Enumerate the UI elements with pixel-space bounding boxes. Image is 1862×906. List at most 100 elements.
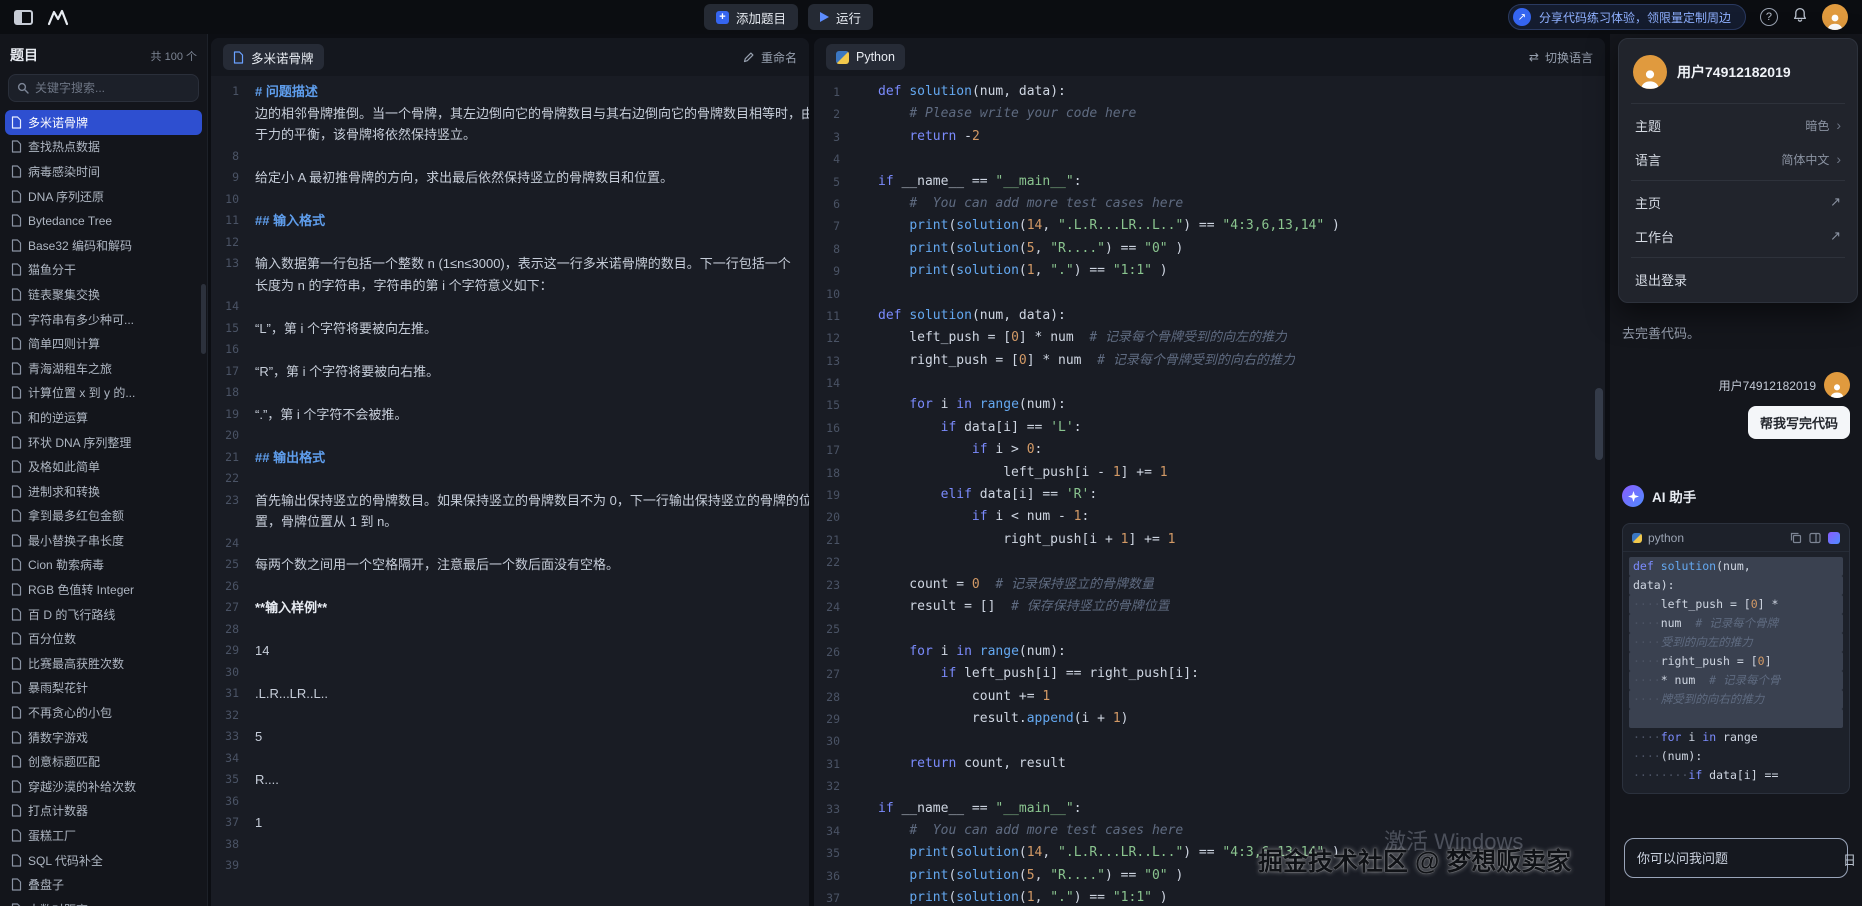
notification-bell-icon[interactable] [1792, 7, 1808, 28]
sidebar-item[interactable]: 蛋糕工厂 [5, 823, 202, 848]
sidebar-item[interactable]: 计算位置 x 到 y 的... [5, 381, 202, 406]
doc-icon [11, 386, 22, 399]
search-input[interactable] [35, 81, 190, 95]
user-avatar[interactable] [1822, 4, 1848, 30]
line-number: 21 [814, 529, 854, 551]
sidebar-item[interactable]: 环状 DNA 序列整理 [5, 430, 202, 455]
sidebar-item[interactable]: 创意标题匹配 [5, 749, 202, 774]
chat-input[interactable] [1637, 851, 1835, 866]
rename-button[interactable]: 重命名 [743, 49, 797, 66]
editor-body[interactable]: 1def solution(num, data):2 # Please writ… [814, 76, 1605, 906]
problem-text: ## 输出格式 [255, 447, 325, 469]
run-button[interactable]: 运行 [808, 4, 873, 30]
doc-icon [11, 509, 22, 522]
app-screen: + 添加题目 运行 ↗ 分享代码练习体验，领限量定制周边 ? [0, 0, 1862, 906]
menu-item-home[interactable]: 主页↗ [1619, 185, 1857, 219]
sidebar-item[interactable]: 最小替换子串长度 [5, 528, 202, 553]
line-number: 24 [814, 596, 854, 618]
help-icon[interactable]: ? [1760, 8, 1778, 26]
line-number: 33 [211, 726, 255, 748]
menu-item-language[interactable]: 语言简体中文› [1619, 142, 1857, 176]
sidebar-item[interactable]: 不再贪心的小包 [5, 700, 202, 725]
code-line: 1def solution(num, data): [814, 81, 1605, 103]
problem-panel: 多米诺骨牌 重命名 1# 问题描述边的相邻骨牌推倒。当一个骨牌，其左边倒向它的骨… [211, 38, 809, 906]
doc-icon [11, 362, 22, 375]
sidebar-item[interactable]: Base32 编码和解码 [5, 233, 202, 258]
problem-tab[interactable]: 多米诺骨牌 [223, 44, 324, 70]
editor-scrollbar[interactable] [1595, 388, 1603, 460]
chat-input-box[interactable] [1624, 838, 1848, 878]
sidebar-item[interactable]: 比赛最高获胜次数 [5, 651, 202, 676]
problem-line: 27**输入样例** [211, 597, 809, 619]
card-code-line: ····受到的向左的推力 [1629, 633, 1843, 652]
sidebar-item[interactable]: DNA 序列还原 [5, 184, 202, 209]
language-tab[interactable]: Python [826, 44, 905, 70]
menu-item-workbench[interactable]: 工作台↗ [1619, 219, 1857, 253]
problem-text: 每两个数之间用一个空格隔开，注意最后一个数后面没有空格。 [255, 554, 619, 576]
doc-icon [11, 116, 22, 129]
sidebar-item[interactable]: 大数对距离 [5, 897, 202, 906]
user-menu-avatar [1633, 55, 1667, 89]
doc-icon [11, 436, 22, 449]
code-line: 30 [814, 730, 1605, 752]
problem-body[interactable]: 1# 问题描述边的相邻骨牌推倒。当一个骨牌，其左边倒向它的骨牌数目与其右边倒向它… [211, 76, 809, 906]
menu-item-logout[interactable]: 退出登录 [1619, 262, 1857, 296]
assistant-code-card: python def solution(num,data):····left_p… [1622, 523, 1850, 794]
line-number: 7 [814, 215, 854, 237]
copy-icon[interactable] [1790, 532, 1802, 544]
sidebar-item[interactable]: 打点计数器 [5, 799, 202, 824]
sidebar-item[interactable]: Cion 勒索病毒 [5, 553, 202, 578]
sidebar-item[interactable]: 链表聚集交换 [5, 282, 202, 307]
sidebar-item[interactable]: 猫鱼分干 [5, 258, 202, 283]
sidebar-item[interactable]: 百 D 的飞行路线 [5, 602, 202, 627]
sidebar-item[interactable]: 穿越沙漠的补给次数 [5, 774, 202, 799]
sidebar-item[interactable]: 和的逆运算 [5, 405, 202, 430]
problem-panel-header: 多米诺骨牌 重命名 [211, 38, 809, 76]
promo-banner[interactable]: ↗ 分享代码练习体验，领限量定制周边 [1508, 4, 1746, 30]
sidebar-item[interactable]: 暴雨梨花针 [5, 676, 202, 701]
sidebar-item[interactable]: 简单四则计算 [5, 331, 202, 356]
sidebar-toggle-icon[interactable] [14, 10, 33, 25]
problem-tab-label: 多米诺骨牌 [251, 48, 314, 67]
sidebar-scrollbar[interactable] [201, 284, 206, 354]
sidebar-item[interactable]: 多米诺骨牌 [5, 110, 202, 135]
code-line: 6 # You can add more test cases here [814, 193, 1605, 215]
run-label: 运行 [836, 8, 861, 27]
line-number: 21 [211, 447, 255, 469]
sidebar-item[interactable]: RGB 色值转 Integer [5, 577, 202, 602]
sidebar-item[interactable]: 病毒感染时间 [5, 159, 202, 184]
switch-language-button[interactable]: ⇄ 切换语言 [1529, 49, 1593, 66]
sidebar-item[interactable]: 青海湖租车之旅 [5, 356, 202, 381]
app-logo-icon[interactable] [47, 9, 69, 26]
problem-line: 335 [211, 726, 809, 748]
ime-indicator: 日 [1843, 850, 1856, 869]
problem-line: 13输入数据第一行包括一个整数 n (1≤n≤3000)，表示这一行多米诺骨牌的… [211, 253, 809, 275]
code-line: 15 for i in range(num): [814, 394, 1605, 416]
sidebar-item-label: 猫鱼分干 [28, 261, 76, 278]
add-problem-button[interactable]: + 添加题目 [704, 4, 798, 30]
sidebar-item[interactable]: 拿到最多红包金额 [5, 504, 202, 529]
search-box[interactable] [8, 74, 199, 102]
line-number: 38 [211, 834, 255, 856]
pencil-icon [743, 51, 755, 63]
sidebar-item-label: Base32 编码和解码 [28, 237, 132, 254]
menu-item-label: 语言 [1635, 150, 1661, 169]
insert-icon[interactable] [1809, 532, 1821, 544]
sidebar-item[interactable]: 叠盘子 [5, 872, 202, 897]
sidebar-item[interactable]: Bytedance Tree [5, 208, 202, 233]
line-number: 29 [814, 708, 854, 730]
code-card-language: python [1648, 531, 1684, 545]
sidebar-item-label: 拿到最多红包金额 [28, 507, 124, 524]
sidebar-item[interactable]: 猜数字游戏 [5, 725, 202, 750]
line-number: 10 [211, 189, 255, 211]
sidebar-item[interactable]: 字符串有多少种可... [5, 307, 202, 332]
sidebar-item[interactable]: 进制求和转换 [5, 479, 202, 504]
menu-item-theme[interactable]: 主题暗色› [1619, 108, 1857, 142]
sidebar-item[interactable]: 及格如此简单 [5, 454, 202, 479]
line-number: 26 [814, 641, 854, 663]
apply-code-icon[interactable] [1828, 532, 1840, 544]
sidebar-header: 题目 共 100 个 [0, 34, 207, 71]
sidebar-item[interactable]: SQL 代码补全 [5, 848, 202, 873]
sidebar-item[interactable]: 查找热点数据 [5, 135, 202, 160]
sidebar-item[interactable]: 百分位数 [5, 626, 202, 651]
